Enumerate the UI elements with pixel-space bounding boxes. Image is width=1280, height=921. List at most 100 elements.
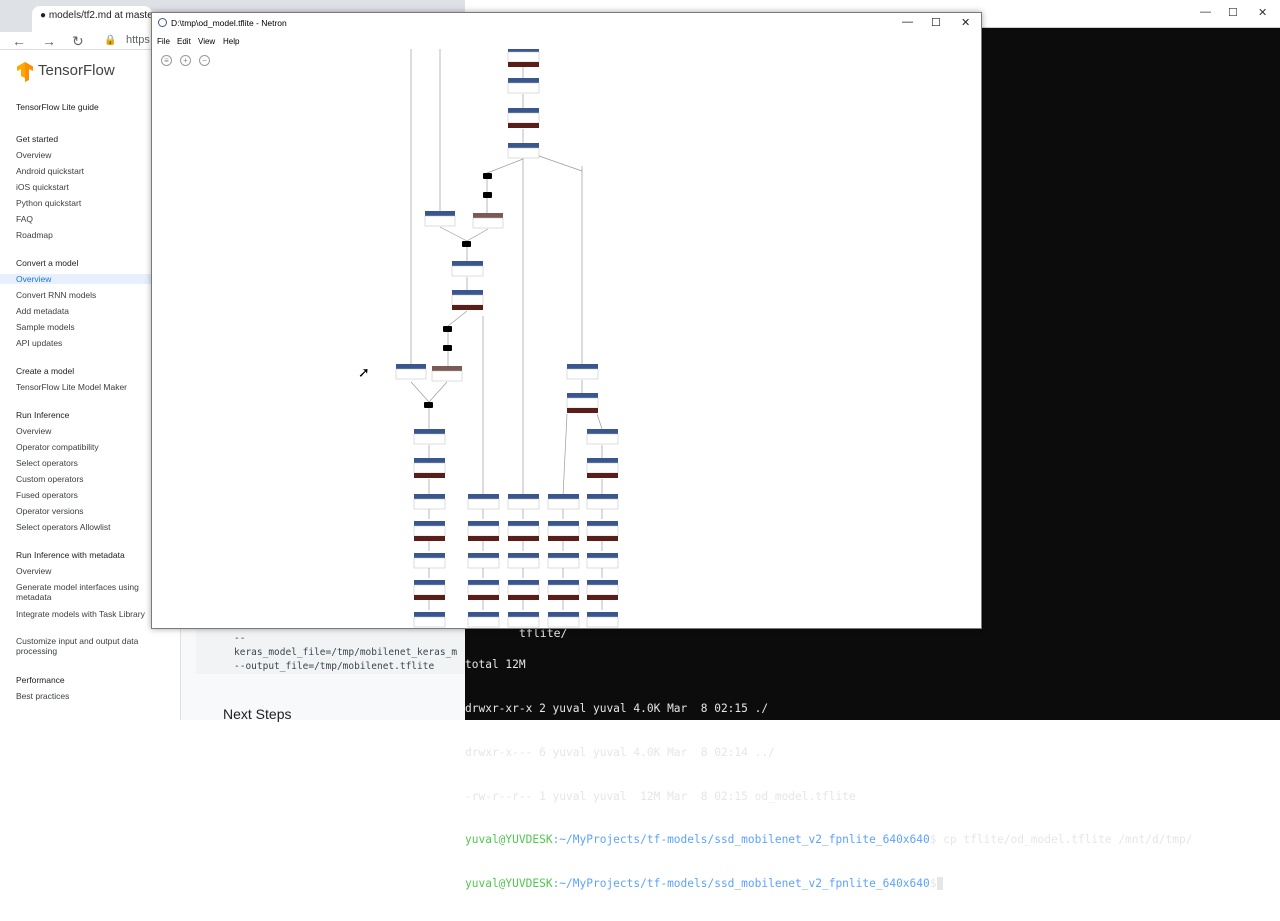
- sidebar-item[interactable]: Select operators Allowlist: [16, 522, 111, 532]
- sidebar-item[interactable]: Python quickstart: [16, 198, 81, 208]
- graph-node-header: [414, 580, 445, 585]
- graph-node-header: [548, 580, 579, 585]
- sidebar-section-head[interactable]: Create a model: [16, 366, 74, 376]
- graph-node-header: [468, 580, 499, 585]
- sidebar-section-head[interactable]: Run Inference: [16, 410, 69, 420]
- netron-titlebar: D:\tmp\od_model.tflite - Netron — ☐ ✕: [152, 13, 981, 33]
- sidebar-section-head[interactable]: Run Inference with metadata: [16, 550, 125, 560]
- graph-node-body: [413, 433, 446, 445]
- graph-op-node: [443, 326, 452, 332]
- sidebar-item[interactable]: Operator versions: [16, 506, 84, 516]
- sidebar-section-head[interactable]: Get started: [16, 134, 58, 144]
- netron-title: D:\tmp\od_model.tflite - Netron: [171, 18, 287, 28]
- maximize-icon[interactable]: ☐: [931, 16, 941, 29]
- graph-node-header: [548, 612, 579, 617]
- menu-view[interactable]: View: [198, 37, 215, 46]
- graph-node-header: [473, 213, 503, 218]
- sidebar-item[interactable]: Generate model interfaces using metadata: [16, 582, 151, 602]
- sidebar-item[interactable]: Customize input and output data processi…: [16, 636, 151, 656]
- sidebar-item[interactable]: FAQ: [16, 214, 33, 224]
- netron-window[interactable]: D:\tmp\od_model.tflite - Netron — ☐ ✕ Fi…: [151, 12, 982, 629]
- maximize-icon[interactable]: ☐: [1228, 6, 1238, 19]
- sidebar-item[interactable]: Integrate models with Task Library: [16, 609, 151, 619]
- sidebar-item[interactable]: Roadmap: [16, 230, 53, 240]
- address-bar[interactable]: https: [126, 34, 150, 46]
- menu-help[interactable]: Help: [223, 37, 239, 46]
- minimize-icon[interactable]: —: [1200, 6, 1211, 18]
- sidebar-item[interactable]: Custom operators: [16, 474, 84, 484]
- sidebar-section-head[interactable]: Performance: [16, 675, 65, 685]
- graph-node-header: [587, 429, 618, 434]
- graph-node-header: [468, 612, 499, 617]
- browser-tab[interactable]: ● models/tf2.md at master: [32, 6, 156, 32]
- back-icon[interactable]: ←: [12, 32, 26, 50]
- graph-node-body: [467, 498, 500, 510]
- graph-op-node: [424, 402, 433, 408]
- graph-node-header: [508, 553, 539, 558]
- minimize-icon[interactable]: —: [902, 16, 913, 28]
- graph-node-header: [414, 521, 445, 526]
- graph-node-body: [586, 584, 619, 596]
- forward-icon[interactable]: →: [42, 32, 56, 50]
- sidebar-item[interactable]: Convert RNN models: [16, 290, 96, 300]
- graph-node-header: [396, 364, 426, 369]
- graph-node-relu: [468, 595, 499, 600]
- graph-node-header: [567, 393, 598, 398]
- graph-node-relu: [468, 536, 499, 541]
- graph-node-body: [566, 397, 599, 409]
- graph-node-body: [507, 112, 540, 124]
- graph-node-body: [507, 51, 540, 63]
- brand-name: TensorFlow: [38, 62, 115, 79]
- code-block: --keras_model_file=/tmp/mobilenet_keras_…: [196, 628, 466, 674]
- sidebar-section-head[interactable]: Convert a model: [16, 258, 78, 268]
- graph-node-body: [507, 147, 540, 159]
- sidebar-item[interactable]: Operator compatibility: [16, 442, 99, 452]
- sidebar-guide-link[interactable]: TensorFlow Lite guide: [16, 102, 99, 112]
- menu-file[interactable]: File: [157, 37, 170, 46]
- graph-edge: [428, 381, 448, 403]
- graph-node-body: [395, 368, 427, 380]
- tensorflow-logo-icon: [17, 62, 33, 82]
- graph-node-header: [587, 580, 618, 585]
- sidebar-item[interactable]: Select operators: [16, 458, 78, 468]
- graph-edge: [486, 158, 524, 174]
- graph-node-body: [507, 584, 540, 596]
- close-icon[interactable]: ✕: [1258, 6, 1267, 19]
- graph-node-body: [451, 265, 484, 277]
- sidebar-item[interactable]: Overview: [16, 150, 51, 160]
- sidebar-item[interactable]: Sample models: [16, 322, 75, 332]
- graph-node-body: [424, 215, 456, 227]
- graph-edge: [538, 155, 583, 172]
- graph-edge: [562, 413, 568, 497]
- graph-node-body: [547, 525, 580, 537]
- graph-node-body: [413, 616, 446, 628]
- graph-edge: [447, 310, 468, 327]
- graph-node-header: [587, 612, 618, 617]
- sidebar-item[interactable]: Add metadata: [16, 306, 69, 316]
- close-icon[interactable]: ✕: [961, 16, 970, 29]
- menu-edit[interactable]: Edit: [177, 37, 191, 46]
- graph-node-header: [425, 211, 455, 216]
- graph-node-body: [586, 498, 619, 510]
- sidebar-item[interactable]: Fused operators: [16, 490, 78, 500]
- graph-edge: [596, 413, 603, 430]
- listing-line: drwxr-xr-x 2 yuval yuval 4.0K Mar 8 02:1…: [465, 701, 769, 715]
- graph-node-header: [508, 521, 539, 526]
- graph-node-body: [467, 525, 500, 537]
- sidebar-item[interactable]: TensorFlow Lite Model Maker: [16, 382, 127, 392]
- sidebar-item[interactable]: iOS quickstart: [16, 182, 69, 192]
- graph-node-body: [467, 584, 500, 596]
- sidebar-item[interactable]: Overview: [16, 426, 51, 436]
- reload-icon[interactable]: ↻: [72, 32, 84, 50]
- model-graph[interactable]: [152, 49, 981, 628]
- sidebar-item[interactable]: API updates: [16, 338, 62, 348]
- graph-node-header: [414, 553, 445, 558]
- graph-node-relu: [548, 595, 579, 600]
- graph-node-header: [452, 290, 483, 295]
- netron-menubar: File Edit View Help: [152, 33, 981, 49]
- graph-node-body: [547, 498, 580, 510]
- sidebar-item[interactable]: Best practices: [16, 691, 69, 701]
- sidebar-item[interactable]: Overview: [16, 566, 51, 576]
- graph-node-body: [431, 370, 463, 382]
- sidebar-item[interactable]: Android quickstart: [16, 166, 84, 176]
